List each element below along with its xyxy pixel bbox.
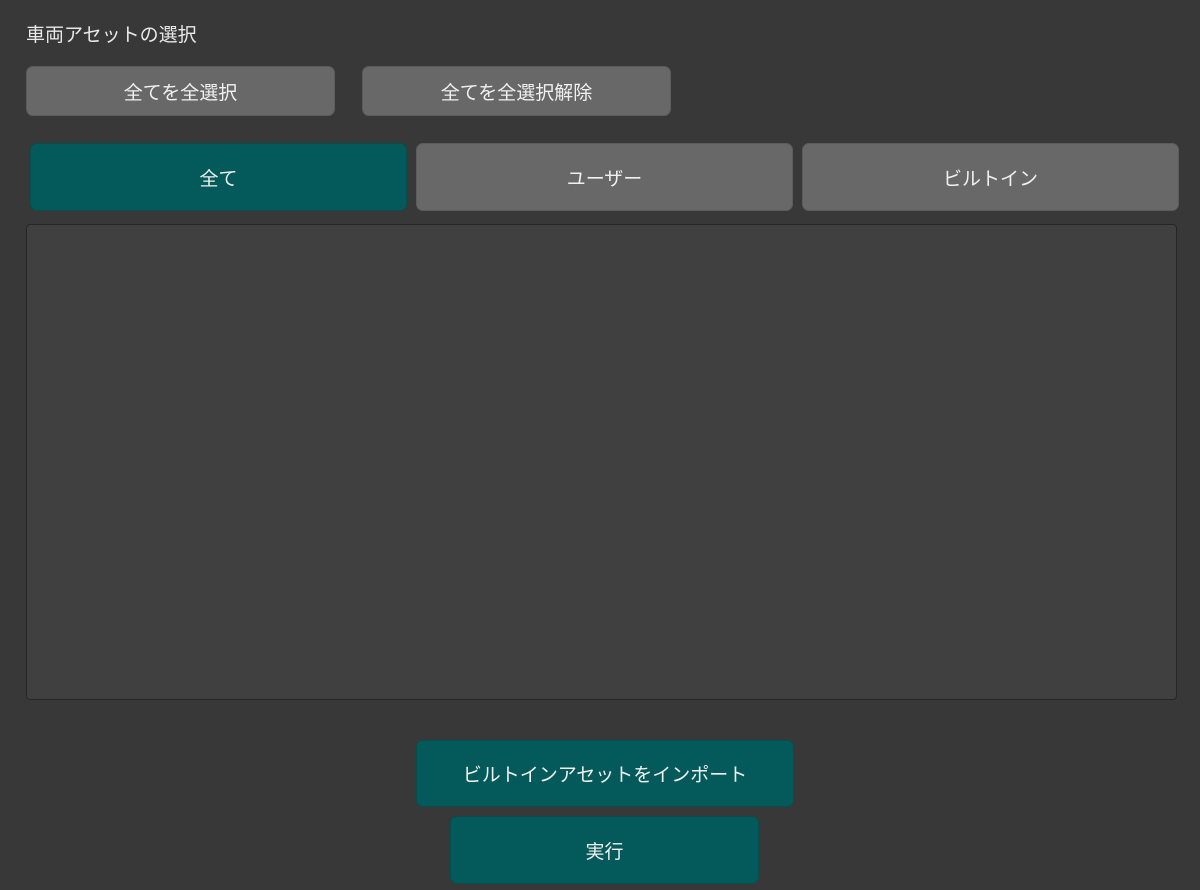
- vehicle-asset-selection-panel: 車両アセットの選択 全てを全選択 全てを全選択解除 全て ユーザー ビルトイン …: [0, 0, 1200, 890]
- execute-label: 実行: [585, 840, 624, 863]
- tab-all-label: 全て: [199, 167, 238, 190]
- section-title: 車両アセットの選択: [26, 24, 197, 46]
- import-builtin-assets-label: ビルトインアセットをインポート: [462, 764, 748, 786]
- deselect-all-button[interactable]: 全てを全選択解除: [362, 66, 671, 116]
- deselect-all-label: 全てを全選択解除: [440, 81, 593, 104]
- tab-user-label: ユーザー: [566, 167, 643, 190]
- tab-all[interactable]: 全て: [30, 143, 407, 211]
- import-builtin-assets-button[interactable]: ビルトインアセットをインポート: [416, 740, 794, 807]
- execute-button[interactable]: 実行: [450, 816, 759, 884]
- tab-builtin[interactable]: ビルトイン: [802, 143, 1179, 211]
- tab-builtin-label: ビルトイン: [942, 167, 1038, 190]
- select-all-button[interactable]: 全てを全選択: [26, 66, 335, 116]
- tab-user[interactable]: ユーザー: [416, 143, 793, 211]
- select-all-label: 全てを全選択: [123, 81, 238, 104]
- asset-list[interactable]: [26, 224, 1177, 700]
